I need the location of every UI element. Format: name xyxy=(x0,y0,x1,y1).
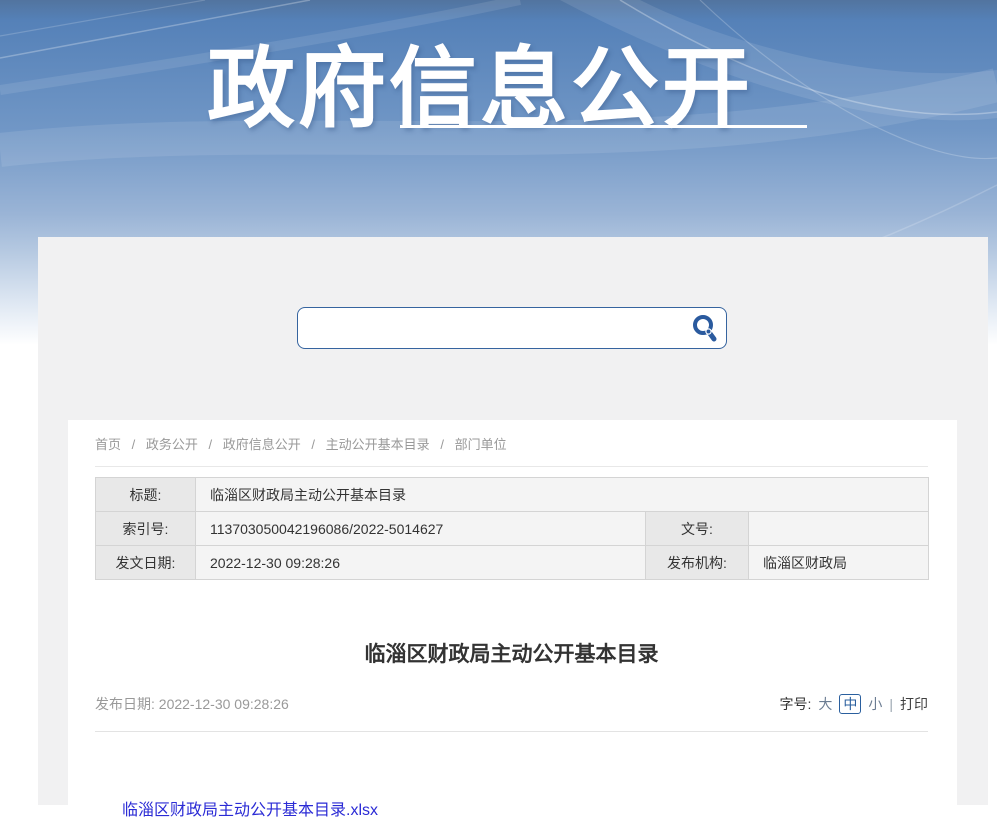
title-label: 标题: xyxy=(96,478,196,512)
table-row-date: 发文日期: 2022-12-30 09:28:26 发布机构: 临淄区财政局 xyxy=(96,546,929,580)
font-size-small-button[interactable]: 小 xyxy=(868,694,882,714)
search-box xyxy=(297,307,727,349)
index-number-label: 索引号: xyxy=(96,512,196,546)
breadcrumb-home[interactable]: 首页 xyxy=(95,437,121,452)
publish-date-label: 发布日期: xyxy=(95,696,155,712)
breadcrumb-info-disclosure[interactable]: 政府信息公开 xyxy=(223,437,301,452)
issue-date-value: 2022-12-30 09:28:26 xyxy=(196,546,646,580)
doc-number-value xyxy=(749,512,929,546)
article-title: 临淄区财政局主动公开基本目录 xyxy=(95,638,928,668)
search-input[interactable] xyxy=(298,308,726,348)
publish-date: 发布日期: 2022-12-30 09:28:26 xyxy=(95,694,289,714)
index-number-value: 113703050042196086/2022-5014627 xyxy=(196,512,646,546)
article-meta-row: 发布日期: 2022-12-30 09:28:26 字号: 大 中 小 | 打印 xyxy=(95,694,928,714)
publish-date-value: 2022-12-30 09:28:26 xyxy=(159,696,289,712)
breadcrumb-separator: / xyxy=(440,437,444,452)
font-size-label: 字号: xyxy=(779,694,811,714)
breadcrumb-divider xyxy=(95,466,928,467)
breadcrumb: 首页 / 政务公开 / 政府信息公开 / 主动公开基本目录 / 部门单位 xyxy=(95,434,928,466)
print-button[interactable]: 打印 xyxy=(900,694,928,714)
breadcrumb-zhengwu[interactable]: 政务公开 xyxy=(146,437,198,452)
table-row-title: 标题: 临淄区财政局主动公开基本目录 xyxy=(96,478,929,512)
breadcrumb-department[interactable]: 部门单位 xyxy=(455,437,507,452)
agency-label: 发布机构: xyxy=(646,546,749,580)
issue-date-label: 发文日期: xyxy=(96,546,196,580)
font-size-medium-button[interactable]: 中 xyxy=(839,694,861,714)
banner-title-underline xyxy=(400,125,807,128)
breadcrumb-separator: / xyxy=(132,437,136,452)
font-size-large-button[interactable]: 大 xyxy=(818,694,832,714)
doc-number-label: 文号: xyxy=(646,512,749,546)
content-container: 首页 / 政务公开 / 政府信息公开 / 主动公开基本目录 / 部门单位 标题:… xyxy=(38,237,988,805)
title-value: 临淄区财政局主动公开基本目录 xyxy=(196,478,929,512)
agency-value: 临淄区财政局 xyxy=(749,546,929,580)
search-button[interactable] xyxy=(688,313,720,345)
detail-card: 首页 / 政务公开 / 政府信息公开 / 主动公开基本目录 / 部门单位 标题:… xyxy=(68,420,957,805)
document-meta-table: 标题: 临淄区财政局主动公开基本目录 索引号: 1137030500421960… xyxy=(95,477,929,580)
search-icon xyxy=(689,313,719,343)
controls-separator: | xyxy=(889,696,893,712)
font-size-and-print-controls: 字号: 大 中 小 | 打印 xyxy=(779,694,928,714)
breadcrumb-catalog[interactable]: 主动公开基本目录 xyxy=(326,437,430,452)
breadcrumb-separator: / xyxy=(311,437,315,452)
article-divider xyxy=(95,731,928,732)
table-row-index: 索引号: 113703050042196086/2022-5014627 文号: xyxy=(96,512,929,546)
breadcrumb-separator: / xyxy=(209,437,213,452)
attachment-link-xlsx[interactable]: 临淄区财政局主动公开基本目录.xlsx xyxy=(122,796,378,820)
